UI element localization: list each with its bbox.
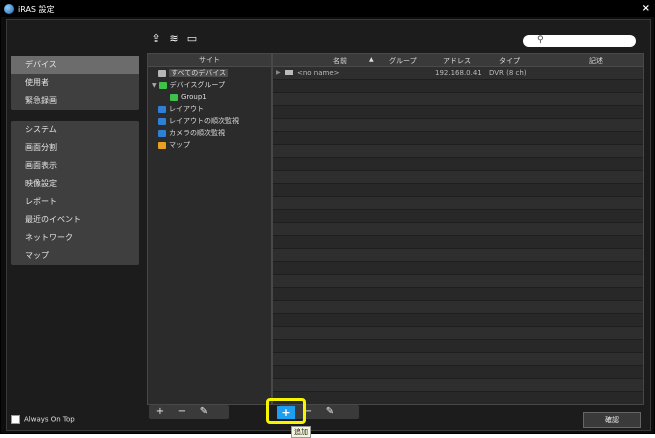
tree-add-button[interactable]: + xyxy=(149,405,171,419)
nav-group-devices: デバイス 使用者 緊急録画 xyxy=(11,56,139,110)
column-group[interactable]: グループ xyxy=(389,56,417,66)
nav-item-users[interactable]: 使用者 xyxy=(11,74,139,92)
device-rows: ▶ <no name> 192.168.0.41 DVR (8 ch) xyxy=(273,67,643,404)
nav-item-screen-display[interactable]: 画面表示 xyxy=(11,157,139,175)
app-window: iRAS 設定 × デバイス 使用者 緊急録画 システム 画面分割 画面表示 映… xyxy=(0,0,655,438)
tree-node-device-group[interactable]: ▼ デバイスグループ xyxy=(148,79,271,91)
table-row[interactable]: ▶ <no name> 192.168.0.41 DVR (8 ch) xyxy=(273,67,643,80)
nav-item-network[interactable]: ネットワーク xyxy=(11,229,139,247)
row-type: DVR (8 ch) xyxy=(489,69,527,77)
dvr-icon xyxy=(285,70,293,75)
nav-item-devices[interactable]: デバイス xyxy=(11,56,139,74)
map-icon xyxy=(158,141,166,149)
device-list-header: 名前 ▲ グループ アドレス タイプ 記述 xyxy=(273,54,643,67)
nav-item-system[interactable]: システム xyxy=(11,121,139,139)
nav-item-report[interactable]: レポート xyxy=(11,193,139,211)
device-toolbar: ⇪ ≋ ▭ xyxy=(149,33,203,47)
expand-icon[interactable]: ▼ xyxy=(152,82,157,89)
column-address[interactable]: アドレス xyxy=(443,56,471,66)
nav-group-system: システム 画面分割 画面表示 映像設定 レポート 最近のイベント ネットワーク … xyxy=(11,121,139,265)
nav-item-emergency-recording[interactable]: 緊急録画 xyxy=(11,92,139,110)
camera-sequence-icon xyxy=(158,129,166,137)
column-type[interactable]: タイプ xyxy=(499,56,520,66)
confirm-button[interactable]: 確認 xyxy=(583,412,641,428)
device-list: 名前 ▲ グループ アドレス タイプ 記述 ▶ <no name> 192.16… xyxy=(272,53,644,405)
tree-node-layout-sequence[interactable]: レイアウトの順次監視 xyxy=(148,115,271,127)
sort-asc-icon: ▲ xyxy=(369,56,374,63)
title-bar: iRAS 設定 × xyxy=(1,1,654,17)
expand-arrow-icon[interactable]: ▶ xyxy=(276,69,281,76)
always-on-top-option[interactable]: Always On Top xyxy=(11,415,75,424)
tree-node-map[interactable]: マップ xyxy=(148,139,271,151)
column-note[interactable]: 記述 xyxy=(589,56,603,66)
group-icon xyxy=(170,93,178,101)
nav-item-video-settings[interactable]: 映像設定 xyxy=(11,175,139,193)
device-group-icon xyxy=(158,81,167,89)
tree-edit-button[interactable]: ✎ xyxy=(193,405,215,419)
layout-sequence-icon xyxy=(158,117,166,125)
tree-node-group1[interactable]: Group1 xyxy=(148,91,271,103)
folder-icon[interactable]: ▭ xyxy=(185,33,199,45)
device-edit-button[interactable]: ✎ xyxy=(319,405,341,419)
upload-icon[interactable]: ⇪ xyxy=(149,33,163,45)
tree-remove-button[interactable]: − xyxy=(171,405,193,419)
window-title: iRAS 設定 xyxy=(18,5,55,14)
nav-item-screen-split[interactable]: 画面分割 xyxy=(11,139,139,157)
wifi-icon[interactable]: ≋ xyxy=(167,33,181,45)
close-button[interactable]: × xyxy=(642,3,650,14)
row-name: <no name> xyxy=(297,69,340,77)
app-icon xyxy=(4,4,14,14)
always-on-top-label: Always On Top xyxy=(24,415,75,424)
site-tree: サイト すべてのデバイス ▼ デバイスグループ Group1 レイアウト レイアウ… xyxy=(147,53,272,405)
tree-node-layout[interactable]: レイアウト xyxy=(148,103,271,115)
tree-button-bar: + − ✎ xyxy=(149,405,229,419)
search-input[interactable]: ⚲ xyxy=(523,35,636,47)
always-on-top-checkbox[interactable] xyxy=(11,415,20,424)
site-tree-header: サイト xyxy=(148,54,271,67)
add-tooltip: 追加 xyxy=(291,426,311,438)
all-devices-icon xyxy=(158,69,166,77)
nav-item-map[interactable]: マップ xyxy=(11,247,139,265)
layout-icon xyxy=(158,105,166,113)
nav-item-recent-events[interactable]: 最近のイベント xyxy=(11,211,139,229)
column-name[interactable]: 名前 xyxy=(333,56,347,66)
device-add-button[interactable]: + xyxy=(277,406,295,419)
search-icon: ⚲ xyxy=(537,35,544,45)
tree-node-all-devices[interactable]: すべてのデバイス xyxy=(148,67,271,79)
row-address: 192.168.0.41 xyxy=(435,69,482,77)
tree-node-camera-sequence[interactable]: カメラの順次監視 xyxy=(148,127,271,139)
